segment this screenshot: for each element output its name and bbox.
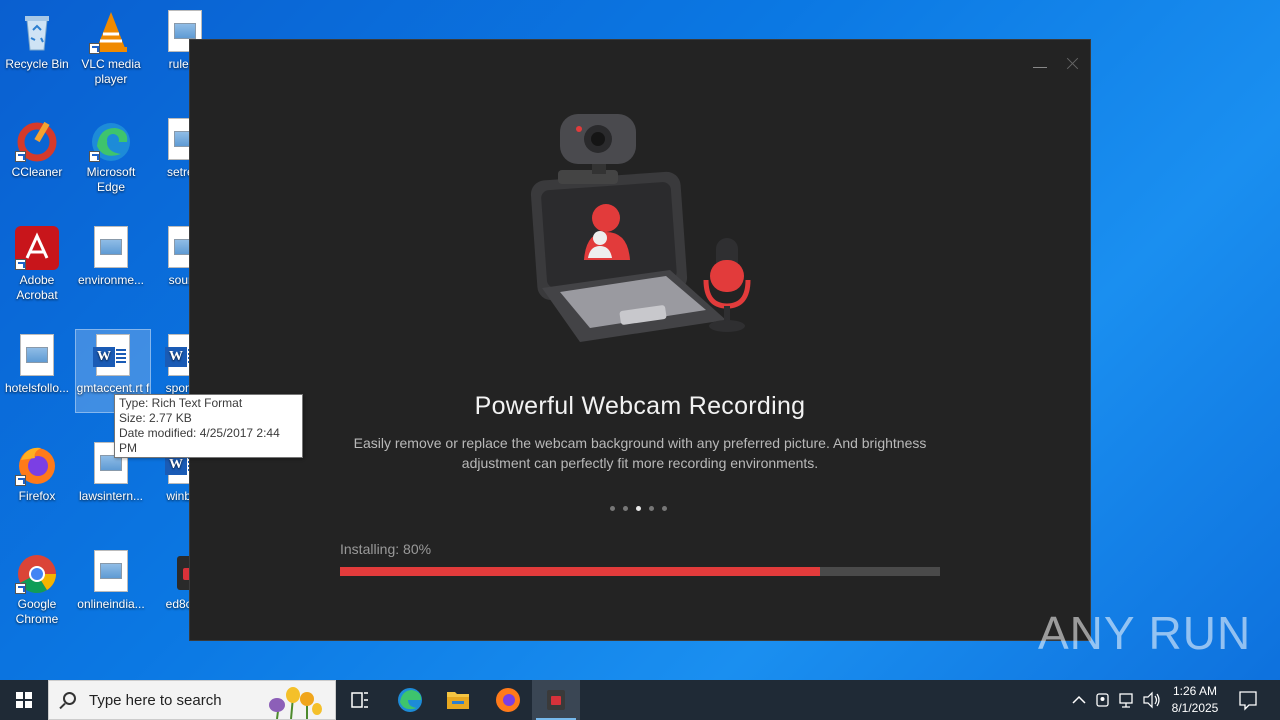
search-icon bbox=[63, 692, 76, 705]
firefox-icon bbox=[496, 688, 520, 712]
image-file-icon bbox=[20, 334, 54, 376]
vlc-icon bbox=[89, 10, 133, 54]
taskbar-file-explorer[interactable] bbox=[434, 680, 482, 720]
speaker-icon bbox=[1143, 691, 1160, 709]
carousel-dot[interactable] bbox=[649, 506, 654, 511]
desktop-icon-firefox[interactable]: Firefox bbox=[0, 438, 74, 504]
edge-icon bbox=[89, 118, 133, 162]
close-button[interactable] bbox=[1060, 54, 1084, 74]
network-icon bbox=[1119, 693, 1133, 708]
carousel-dot[interactable] bbox=[636, 506, 641, 511]
recycle-bin-icon bbox=[15, 10, 59, 54]
desktop-icon-adobe-acrobat[interactable]: Adobe Acrobat bbox=[0, 222, 74, 303]
installer-window: Powerful Webcam Recording Easily remove … bbox=[189, 39, 1091, 641]
progress-label: Installing: 80% bbox=[340, 541, 432, 557]
notification-center-button[interactable] bbox=[1232, 680, 1264, 720]
carousel-dot[interactable] bbox=[662, 506, 667, 511]
notification-icon bbox=[1239, 691, 1257, 711]
icon-label: hotelsfollo... bbox=[4, 381, 70, 395]
slide-description: Easily remove or replace the webcam back… bbox=[353, 435, 927, 471]
webcam-laptop-illustration bbox=[530, 114, 751, 342]
icon-label: environme... bbox=[77, 273, 145, 287]
icon-label: onlineindia... bbox=[77, 597, 145, 611]
tooltip-size: Size: 2.77 KB bbox=[119, 411, 192, 425]
desktop-icon-google-chrome[interactable]: Google Chrome bbox=[0, 546, 74, 627]
taskbar-search[interactable]: Type here to search bbox=[48, 680, 336, 720]
windows-logo-icon bbox=[16, 692, 32, 708]
adobe-acrobat-icon bbox=[15, 226, 59, 270]
firefox-icon bbox=[15, 442, 59, 486]
taskbar-clock[interactable]: 1:26 AM 8/1/2025 bbox=[1160, 683, 1230, 717]
file-tooltip: Type: Rich Text Format Size: 2.77 KB Dat… bbox=[114, 394, 303, 458]
taskbar-firefox[interactable] bbox=[484, 680, 532, 720]
progress-bar bbox=[340, 567, 940, 576]
icon-label: Adobe Acrobat bbox=[16, 273, 58, 302]
installer-app-icon bbox=[547, 690, 565, 710]
icon-label: Google Chrome bbox=[15, 597, 59, 626]
webcam-tray-icon bbox=[1096, 693, 1109, 707]
icon-label: CCleaner bbox=[11, 165, 63, 179]
carousel-indicators bbox=[610, 506, 667, 511]
task-view-icon bbox=[351, 692, 368, 708]
desktop-icon-environment[interactable]: environme... bbox=[74, 222, 148, 288]
desktop-icon-onlineindia[interactable]: onlineindia... bbox=[74, 546, 148, 612]
clock-time: 1:26 AM bbox=[1172, 684, 1218, 698]
taskbar-microsoft-edge[interactable] bbox=[386, 680, 434, 720]
icon-label: Recycle Bin bbox=[5, 57, 69, 71]
clock-date: 8/1/2025 bbox=[1171, 701, 1219, 715]
image-file-icon bbox=[94, 226, 128, 268]
edge-icon bbox=[398, 688, 422, 712]
folder-icon bbox=[447, 692, 469, 709]
search-placeholder: Type here to search bbox=[89, 692, 222, 709]
icon-label: lawsintern... bbox=[78, 489, 144, 503]
word-document-icon: W bbox=[93, 334, 130, 376]
image-file-icon bbox=[94, 550, 128, 592]
carousel-dot[interactable] bbox=[623, 506, 628, 511]
show-hidden-icons-button[interactable] bbox=[1068, 680, 1090, 720]
taskbar-task-view[interactable] bbox=[336, 680, 384, 720]
minimize-icon bbox=[1033, 67, 1047, 68]
icon-label: Microsoft Edge bbox=[86, 165, 136, 194]
minimize-button[interactable] bbox=[1028, 54, 1052, 74]
tray-network[interactable] bbox=[1116, 680, 1138, 720]
taskbar: Type here to search 1:26 AM 8/1/2025 bbox=[0, 680, 1280, 720]
carousel-dot[interactable] bbox=[610, 506, 615, 511]
tooltip-date-modified: Date modified: 4/25/2017 2:44 PM bbox=[119, 426, 280, 455]
start-button[interactable] bbox=[0, 680, 48, 720]
desktop-icon-vlc[interactable]: VLC media player bbox=[74, 6, 148, 87]
desktop-icon-microsoft-edge[interactable]: Microsoft Edge bbox=[74, 114, 148, 195]
search-highlight-flowers-icon bbox=[269, 687, 322, 719]
anyrun-watermark: ANY RUN bbox=[1038, 607, 1252, 659]
desktop-icon-ccleaner[interactable]: CCleaner bbox=[0, 114, 74, 180]
icon-label: VLC media player bbox=[81, 57, 141, 86]
chevron-up-icon bbox=[1072, 695, 1086, 704]
taskbar-installer-app[interactable] bbox=[532, 680, 580, 720]
icon-label: Firefox bbox=[18, 489, 56, 503]
desktop-icon-hotels[interactable]: hotelsfollo... bbox=[0, 330, 74, 396]
tray-meet-now[interactable] bbox=[1092, 680, 1114, 720]
tooltip-type: Type: Rich Text Format bbox=[119, 396, 243, 410]
ccleaner-icon bbox=[15, 118, 59, 162]
progress-bar-fill bbox=[340, 567, 820, 576]
chrome-icon bbox=[15, 550, 59, 594]
tray-volume[interactable] bbox=[1140, 680, 1162, 720]
slide-headline: Powerful Webcam Recording bbox=[474, 392, 806, 420]
desktop-icon-recycle-bin[interactable]: Recycle Bin bbox=[0, 6, 74, 72]
